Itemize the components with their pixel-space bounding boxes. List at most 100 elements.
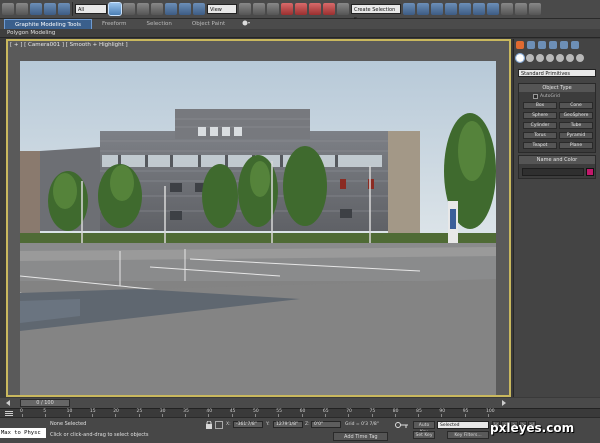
window-crossing-icon[interactable]: [151, 3, 163, 15]
object-type-rollout-header[interactable]: Object Type: [519, 84, 595, 92]
y-coord-field[interactable]: 1279'1/8": [273, 421, 303, 428]
add-time-tag-button[interactable]: Add Time Tag: [333, 432, 388, 441]
undo-icon[interactable]: [2, 3, 14, 15]
grid-size-readout: Grid = 0'3 7/8": [345, 422, 379, 427]
plane-button[interactable]: Plane: [559, 142, 593, 149]
scale-icon[interactable]: [193, 3, 205, 15]
tube-button[interactable]: Tube: [559, 122, 593, 129]
link-icon[interactable]: [30, 3, 42, 15]
systems-category-icon[interactable]: [576, 54, 584, 62]
manipulate-icon[interactable]: [253, 3, 265, 15]
align-icon[interactable]: [417, 3, 429, 15]
track-bar[interactable]: 0 5 10 15 20 25 30 35 40 45 50 55 60 65 70 75 80 85 90 95 10…: [0, 408, 600, 417]
display-tab-icon[interactable]: [560, 41, 568, 49]
snaps-toggle-icon[interactable]: [281, 3, 293, 15]
x-coord-field[interactable]: -361'7/8": [233, 421, 263, 428]
schematic-view-icon[interactable]: [473, 3, 485, 15]
select-by-name-icon[interactable]: [123, 3, 135, 15]
graphite-toggle-icon[interactable]: [445, 3, 457, 15]
time-slider-bar: 0 / 100: [0, 398, 600, 408]
rendered-frame-window-icon[interactable]: [515, 3, 527, 15]
modify-tab-icon[interactable]: [527, 41, 535, 49]
material-editor-icon[interactable]: [487, 3, 499, 15]
command-panel-tabs: [516, 41, 599, 51]
rectangular-selection-icon[interactable]: [137, 3, 149, 15]
z-coord-field[interactable]: 0'0": [311, 421, 341, 428]
pivot-center-icon[interactable]: [239, 3, 251, 15]
cameras-category-icon[interactable]: [546, 54, 554, 62]
time-slider[interactable]: 0 / 100: [20, 399, 70, 407]
spinner-snap-icon[interactable]: [323, 3, 335, 15]
utilities-tab-icon[interactable]: [571, 41, 579, 49]
tab-object-paint[interactable]: Object Paint: [182, 19, 235, 29]
cone-button[interactable]: Cone: [559, 102, 593, 109]
helpers-category-icon[interactable]: [556, 54, 564, 62]
percent-snap-icon[interactable]: [309, 3, 321, 15]
move-icon[interactable]: [165, 3, 177, 15]
redo-icon[interactable]: [16, 3, 28, 15]
geosphere-button[interactable]: GeoSphere: [559, 112, 593, 119]
create-category-tabs: [515, 53, 599, 64]
sphere-button[interactable]: Sphere: [523, 112, 557, 119]
box-button[interactable]: Box: [523, 102, 557, 109]
primitive-type-dropdown[interactable]: Standard Primitives: [518, 69, 596, 77]
object-color-swatch[interactable]: [586, 168, 594, 176]
key-selection-dropdown[interactable]: Selected: [437, 421, 489, 429]
select-object-icon[interactable]: [108, 2, 122, 16]
angle-snap-icon[interactable]: [295, 3, 307, 15]
tab-freeform[interactable]: Freeform: [92, 19, 137, 29]
selection-filter-dropdown[interactable]: All: [75, 4, 107, 14]
object-type-rollout: Object Type AutoGrid Box Cone Sphere Geo…: [518, 83, 596, 153]
autogrid-checkbox[interactable]: [533, 94, 538, 99]
reference-coordinate-dropdown[interactable]: View: [207, 4, 237, 14]
prompt-line: Click or click-and-drag to select object…: [50, 432, 149, 438]
curve-editor-icon[interactable]: [459, 3, 471, 15]
main-toolbar: All View Create Selection S...: [0, 0, 600, 23]
edit-named-selection-icon[interactable]: [337, 3, 349, 15]
viewport-label[interactable]: [ + ] [ Camera001 ] [ Smooth + Highlight…: [10, 42, 128, 48]
named-selection-sets-dropdown[interactable]: Create Selection S...: [351, 4, 401, 23]
keyboard-shortcut-override-icon[interactable]: [267, 3, 279, 15]
selection-info: None Selected: [50, 421, 87, 427]
bind-space-warp-icon[interactable]: [58, 3, 70, 15]
ribbon-options-icon[interactable]: [235, 19, 257, 29]
watermark: pxleyes.com: [490, 421, 575, 435]
name-and-color-rollout: Name and Color: [518, 155, 596, 179]
set-key-button[interactable]: Set Key: [413, 431, 435, 439]
autogrid-option[interactable]: AutoGrid: [533, 94, 560, 99]
command-panel: Standard Primitives Object Type AutoGrid…: [513, 39, 600, 397]
shapes-category-icon[interactable]: [526, 54, 534, 62]
rendered-scene-image: [20, 61, 496, 395]
layer-manager-icon[interactable]: [431, 3, 443, 15]
maxscript-listener[interactable]: Max to Physc: [0, 428, 46, 438]
torus-button[interactable]: Torus: [523, 132, 557, 139]
tab-graphite-modeling-tools[interactable]: Graphite Modeling Tools: [4, 19, 93, 29]
hierarchy-tab-icon[interactable]: [538, 41, 546, 49]
space-warps-category-icon[interactable]: [566, 54, 574, 62]
z-coord-label: Z:: [305, 422, 310, 427]
camera-viewport[interactable]: [ + ] [ Camera001 ] [ Smooth + Highlight…: [6, 39, 511, 397]
lights-category-icon[interactable]: [536, 54, 544, 62]
create-tab-icon[interactable]: [516, 41, 524, 49]
ribbon-tab-bar: Graphite Modeling Tools Freeform Selecti…: [0, 19, 600, 29]
pyramid-button[interactable]: Pyramid: [559, 132, 593, 139]
x-coord-label: X:: [226, 422, 231, 427]
absolute-mode-transform-icon[interactable]: [215, 421, 223, 431]
render-setup-icon[interactable]: [501, 3, 513, 15]
mirror-icon[interactable]: [403, 3, 415, 15]
ribbon-panel-polygon-modeling[interactable]: Polygon Modeling: [0, 29, 600, 38]
name-and-color-rollout-header[interactable]: Name and Color: [519, 156, 595, 164]
key-filters-button[interactable]: Key Filters...: [447, 431, 489, 439]
key-icon[interactable]: [395, 421, 409, 431]
rotate-icon[interactable]: [179, 3, 191, 15]
render-production-icon[interactable]: [529, 3, 541, 15]
cylinder-button[interactable]: Cylinder: [523, 122, 557, 129]
motion-tab-icon[interactable]: [549, 41, 557, 49]
teapot-button[interactable]: Teapot: [523, 142, 557, 149]
selection-lock-icon[interactable]: [205, 420, 213, 431]
auto-key-button[interactable]: Auto Key: [413, 421, 435, 435]
geometry-category-icon[interactable]: [515, 53, 525, 63]
unlink-icon[interactable]: [44, 3, 56, 15]
object-name-field[interactable]: [522, 168, 584, 176]
tab-selection[interactable]: Selection: [137, 19, 182, 29]
